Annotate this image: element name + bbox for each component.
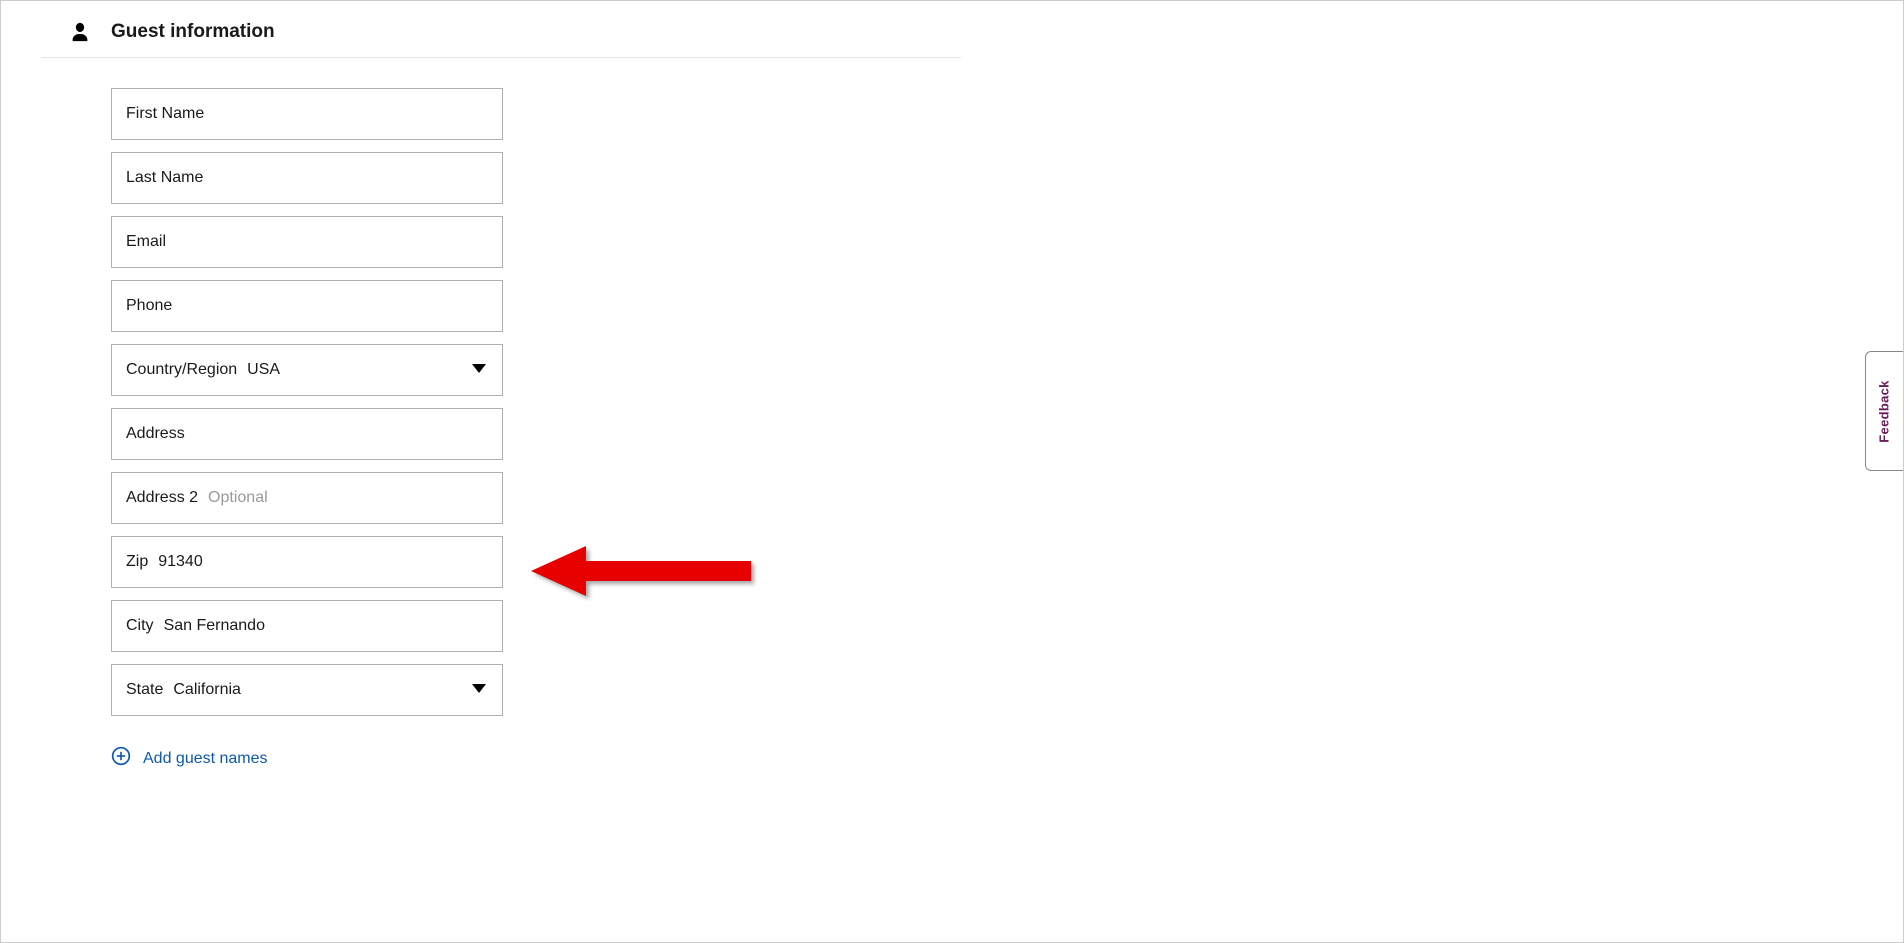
- country-select[interactable]: Country/Region USA: [111, 344, 503, 396]
- zip-field[interactable]: Zip 91340: [111, 536, 503, 588]
- state-label: State: [126, 681, 163, 699]
- address2-label: Address 2: [126, 489, 198, 507]
- city-field[interactable]: City San Fernando: [111, 600, 503, 652]
- email-field[interactable]: Email: [111, 216, 503, 268]
- feedback-tab[interactable]: Feedback: [1865, 351, 1903, 471]
- country-label: Country/Region: [126, 361, 237, 379]
- section-header: Guest information: [41, 21, 961, 58]
- phone-field[interactable]: Phone: [111, 280, 503, 332]
- first-name-label: First Name: [126, 105, 204, 123]
- address-field[interactable]: Address: [111, 408, 503, 460]
- first-name-field[interactable]: First Name: [111, 88, 503, 140]
- zip-value: 91340: [158, 553, 203, 571]
- last-name-field[interactable]: Last Name: [111, 152, 503, 204]
- state-select[interactable]: State California: [111, 664, 503, 716]
- feedback-label: Feedback: [1877, 380, 1892, 442]
- state-value: California: [173, 681, 241, 699]
- chevron-down-icon: [472, 681, 486, 699]
- zip-label: Zip: [126, 553, 148, 571]
- guest-form: First Name Last Name Email Phone Country…: [41, 88, 961, 771]
- section-title: Guest information: [111, 21, 275, 43]
- address2-placeholder: Optional: [208, 489, 268, 507]
- phone-label: Phone: [126, 297, 172, 315]
- address-label: Address: [126, 425, 185, 443]
- email-label: Email: [126, 233, 166, 251]
- add-guest-names-button[interactable]: Add guest names: [111, 746, 961, 771]
- last-name-label: Last Name: [126, 169, 203, 187]
- address2-field[interactable]: Address 2 Optional: [111, 472, 503, 524]
- chevron-down-icon: [472, 361, 486, 379]
- user-icon: [69, 21, 91, 43]
- add-guest-label: Add guest names: [143, 750, 268, 768]
- city-value: San Fernando: [164, 617, 265, 635]
- city-label: City: [126, 617, 154, 635]
- plus-circle-icon: [111, 746, 131, 771]
- country-value: USA: [247, 361, 280, 379]
